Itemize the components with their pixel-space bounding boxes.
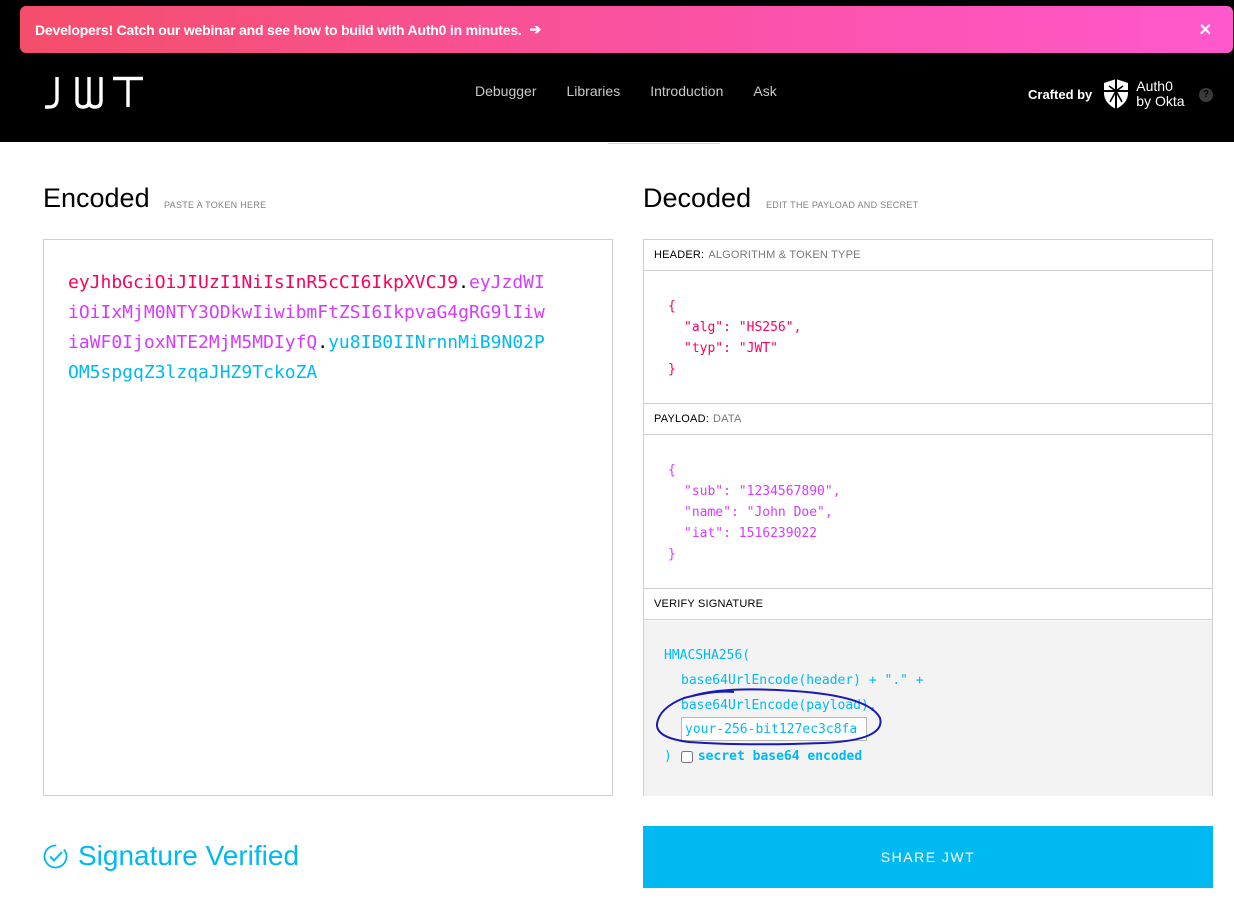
nav-libraries[interactable]: Libraries <box>567 83 621 99</box>
hand-drawn-circle-annotation <box>656 688 882 746</box>
check-circle-icon <box>43 844 68 868</box>
nav-indicator <box>608 142 720 144</box>
decoded-panel: HEADER: ALGORITHM & TOKEN TYPE { "alg": … <box>643 239 1213 796</box>
top-header: Developers! Catch our webinar and see ho… <box>0 0 1234 142</box>
encoded-token-editor[interactable]: eyJhbGciOiJIUzI1NiIsInR5cCI6IkpXVCJ9.eyJ… <box>43 239 613 796</box>
json-name-line: "name": "John Doe", <box>684 505 833 520</box>
header-label: HEADER: <box>654 249 705 261</box>
auth0-wordmark: Auth0 by Okta <box>1136 79 1184 109</box>
json-sub-line: "sub": "1234567890", <box>684 484 841 499</box>
signature-status: Signature Verified <box>43 840 299 872</box>
help-icon[interactable]: ? <box>1199 88 1213 102</box>
json-typ-line: "typ": "JWT" <box>684 341 778 356</box>
crafted-by-label: Crafted by <box>1028 86 1093 102</box>
crafted-by[interactable]: Crafted by Auth0 by Okta <box>1028 78 1185 110</box>
token-dot: . <box>458 272 469 293</box>
json-close-brace: } <box>668 547 676 562</box>
encoded-title: Encoded <box>43 183 150 213</box>
json-alg-line: "alg": "HS256", <box>684 320 802 335</box>
header-json-editor[interactable]: { "alg": "HS256", "typ": "JWT" } <box>644 271 1212 404</box>
payload-json-editor[interactable]: { "sub": "1234567890", "name": "John Doe… <box>644 435 1212 589</box>
signature-verified-text: Signature Verified <box>78 840 300 871</box>
nav-ask[interactable]: Ask <box>753 83 776 99</box>
decoded-title: Decoded <box>643 183 752 213</box>
close-paren: ) <box>664 749 672 764</box>
nav-debugger[interactable]: Debugger <box>475 83 537 99</box>
banner-text[interactable]: Developers! Catch our webinar and see ho… <box>35 22 522 38</box>
json-open-brace: { <box>668 299 676 314</box>
json-close-brace: } <box>668 362 676 377</box>
token-dot: . <box>317 332 329 353</box>
json-open-brace: { <box>668 463 676 478</box>
secret-base64-label[interactable]: secret base64 encoded <box>698 749 862 764</box>
arrow-right-icon: ➔ <box>529 21 542 37</box>
encoded-token-text[interactable]: eyJhbGciOiJIUzI1NiIsInR5cCI6IkpXVCJ9.eyJ… <box>68 268 548 388</box>
decoded-subtitle: EDIT THE PAYLOAD AND SECRET <box>766 200 919 210</box>
brand-line-1: Auth0 <box>1136 78 1173 94</box>
jwt-logo[interactable] <box>43 75 145 109</box>
brand-line-2: by Okta <box>1136 93 1185 109</box>
token-header-part: eyJhbGciOiJIUzI1NiIsInR5cCI6IkpXVCJ9 <box>68 272 459 293</box>
promo-banner[interactable]: Developers! Catch our webinar and see ho… <box>20 6 1233 53</box>
share-jwt-button[interactable]: SHARE JWT <box>643 826 1213 888</box>
verify-section-head: VERIFY SIGNATURE <box>644 589 1212 620</box>
header-sublabel: ALGORITHM & TOKEN TYPE <box>708 249 861 261</box>
secret-base64-checkbox[interactable] <box>680 750 693 763</box>
auth0-shield-icon <box>1104 79 1129 109</box>
nav-introduction[interactable]: Introduction <box>650 83 723 99</box>
main-nav: Debugger Libraries Introduction Ask <box>475 83 807 99</box>
payload-label: PAYLOAD: <box>654 413 709 425</box>
payload-sublabel: DATA <box>713 413 742 425</box>
encoded-subtitle: PASTE A TOKEN HERE <box>164 200 267 210</box>
verify-signature-area: HMACSHA256( base64UrlEncode(header) + ".… <box>644 621 1212 796</box>
close-icon[interactable]: ✕ <box>1199 20 1212 40</box>
verify-label: VERIFY SIGNATURE <box>654 598 764 610</box>
json-iat-line: "iat": 1516239022 <box>684 526 818 541</box>
hmac-line: HMACSHA256( <box>664 648 751 663</box>
payload-section-head: PAYLOAD: DATA <box>644 404 1212 435</box>
secret-b64-row: ) secret base64 encoded <box>664 749 862 764</box>
header-section-head: HEADER: ALGORITHM & TOKEN TYPE <box>644 240 1212 271</box>
